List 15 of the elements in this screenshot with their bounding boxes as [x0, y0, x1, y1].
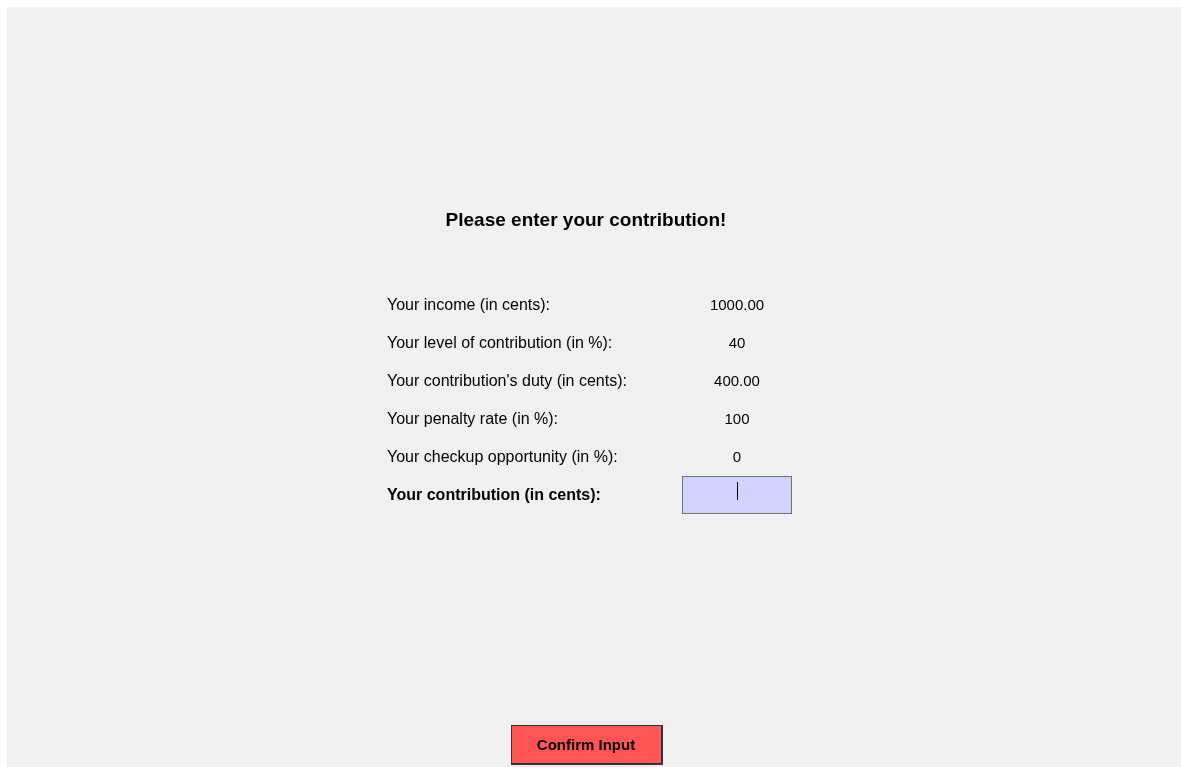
- field-value: 100: [723, 409, 751, 429]
- field-value: 400.00: [713, 371, 761, 391]
- field-label: Your contribution's duty (in cents):: [387, 371, 628, 391]
- page-title: Please enter your contribution!: [445, 209, 727, 231]
- field-label: Your penalty rate (in %):: [387, 409, 560, 429]
- confirm-button[interactable]: Confirm Input: [510, 725, 663, 765]
- input-label: Your contribution (in cents):: [387, 485, 602, 505]
- field-label: Your checkup opportunity (in %):: [387, 447, 619, 467]
- field-value: 0: [731, 447, 743, 467]
- field-value: 40: [727, 333, 747, 353]
- input-field[interactable]: [682, 476, 792, 514]
- field-label: Your level of contribution (in %):: [387, 333, 614, 353]
- text-cursor-icon: [737, 482, 738, 500]
- field-value: 1000.00: [708, 295, 766, 315]
- field-label: Your income (in cents):: [387, 295, 552, 315]
